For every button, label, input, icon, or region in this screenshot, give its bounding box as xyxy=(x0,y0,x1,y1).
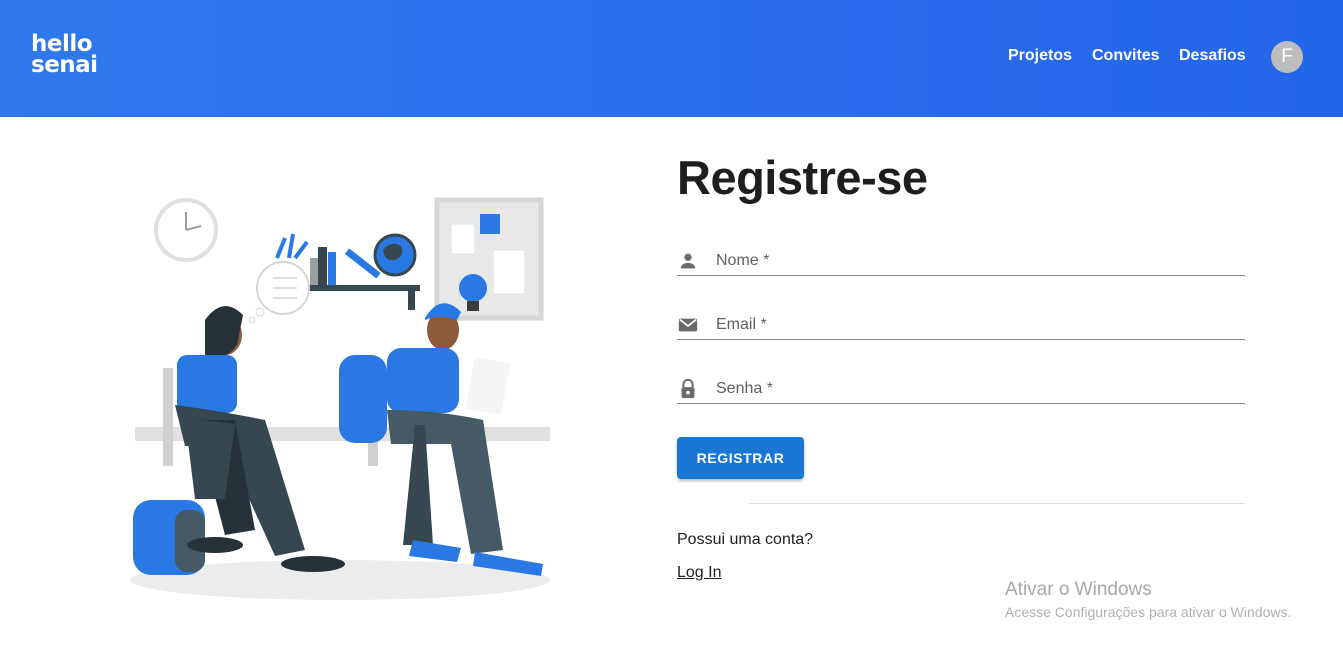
windows-activation-subtitle: Acesse Configurações para ativar o Windo… xyxy=(1005,604,1292,620)
password-field[interactable]: Senha * xyxy=(677,374,1245,404)
password-field-label: Senha * xyxy=(716,380,773,397)
user-avatar[interactable]: F xyxy=(1271,41,1303,73)
students-illustration xyxy=(130,197,550,600)
nav-projetos[interactable]: Projetos xyxy=(1008,47,1072,65)
logo-line-2: senai xyxy=(31,52,98,78)
person-icon xyxy=(680,253,696,269)
has-account-text: Possui uma conta? xyxy=(677,531,814,548)
mail-icon xyxy=(678,318,698,332)
nav-desafios[interactable]: Desafios xyxy=(1179,47,1246,65)
divider xyxy=(749,503,1245,504)
login-link[interactable]: Log In xyxy=(677,564,721,582)
page-title: Registre-se xyxy=(677,151,928,204)
hello-senai-logo[interactable]: hello senai xyxy=(31,33,98,78)
email-field[interactable]: Email * xyxy=(677,310,1245,340)
lock-icon xyxy=(681,378,695,399)
windows-activation-title: Ativar o Windows xyxy=(1005,579,1152,600)
top-app-bar: hello senai Projetos Convites Desafios F xyxy=(0,0,1343,117)
email-field-label: Email * xyxy=(716,316,767,333)
register-button[interactable]: REGISTRAR xyxy=(677,437,804,479)
nav-convites[interactable]: Convites xyxy=(1092,47,1160,65)
name-field[interactable]: Nome * xyxy=(677,246,1245,276)
name-field-label: Nome * xyxy=(716,252,770,269)
